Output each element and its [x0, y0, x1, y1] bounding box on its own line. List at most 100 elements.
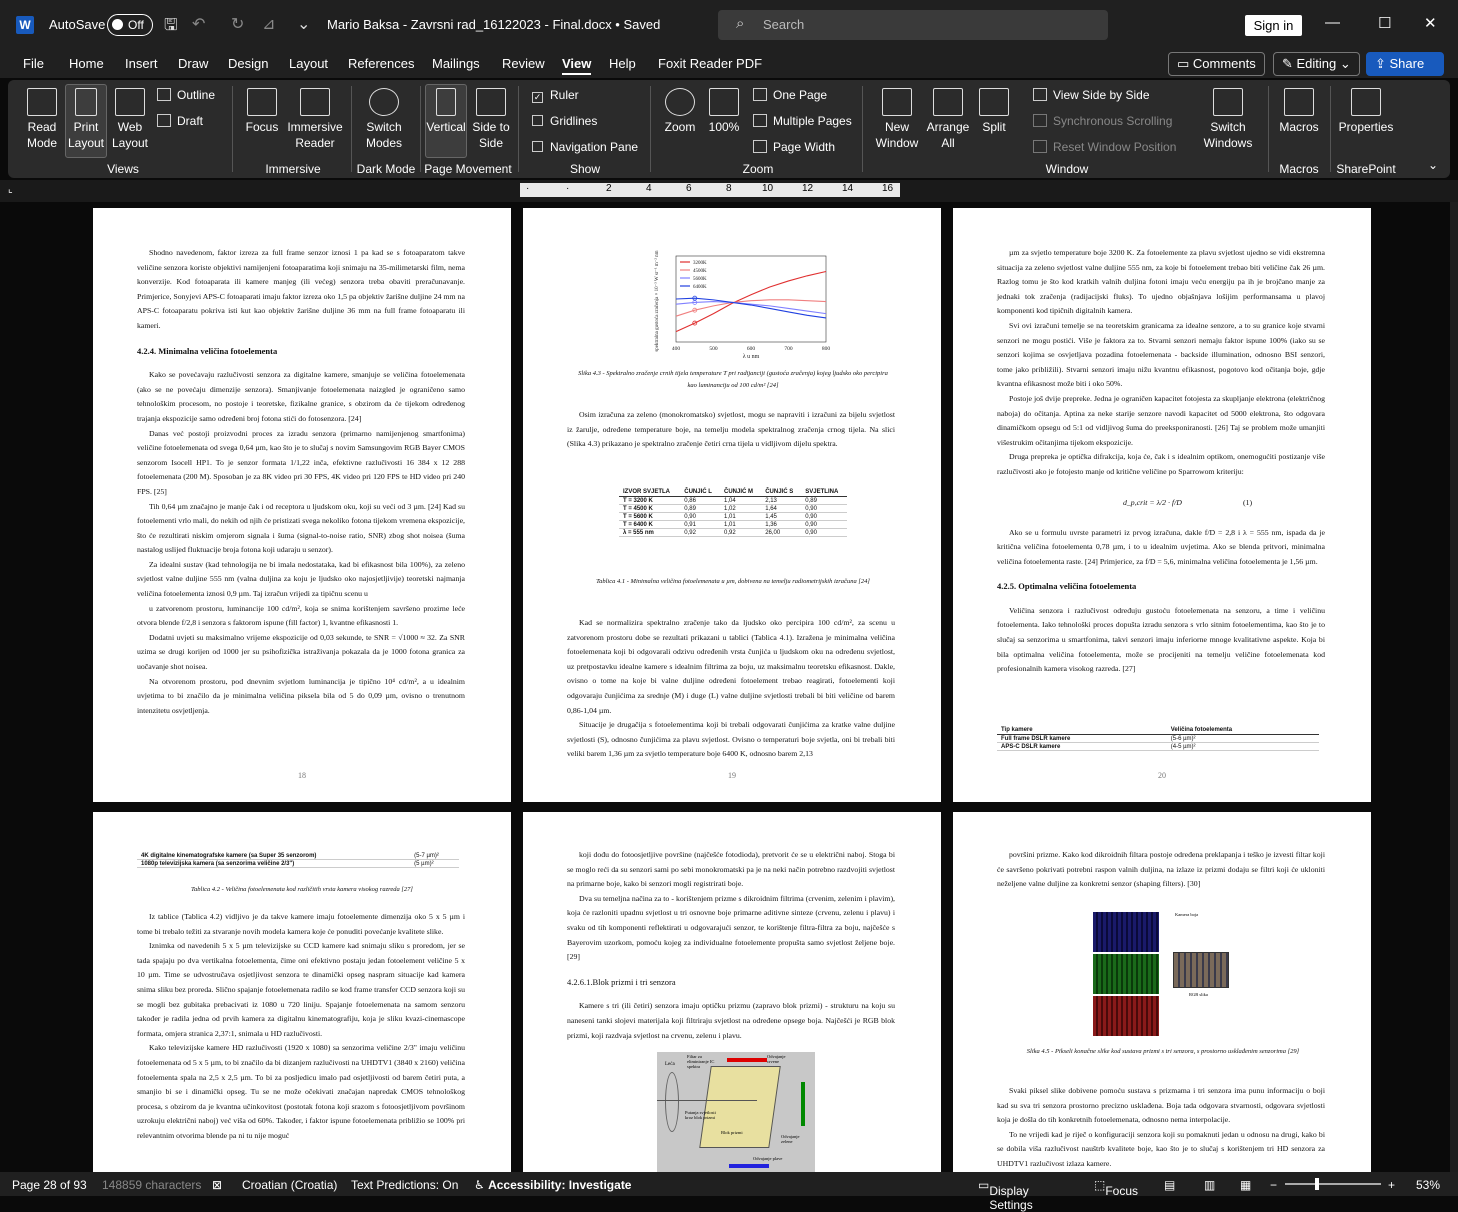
tab-file[interactable]: File [23, 56, 44, 71]
web-layout-button[interactable]: Web Layout [110, 88, 150, 151]
zoom-out-icon[interactable]: − [1270, 1178, 1277, 1192]
text-predictions[interactable]: Text Predictions: On [351, 1178, 458, 1192]
autosave-toggle[interactable]: Off [107, 14, 153, 36]
page-width-button[interactable]: Page Width [753, 140, 835, 154]
crop-icon[interactable]: ⊿ [262, 14, 275, 34]
ruler-band[interactable]: · · 2 4 6 8 10 12 14 16 [520, 183, 900, 197]
table-header: Veličina fotoelementa [1166, 726, 1319, 735]
tab-design[interactable]: Design [228, 56, 268, 71]
paragraph: Iznimka od navedenih 5 x 5 µm televizijs… [137, 941, 465, 1038]
read-mode-icon[interactable]: ▤ [1164, 1178, 1175, 1192]
tab-help[interactable]: Help [609, 56, 636, 71]
split-button[interactable]: Split [975, 88, 1013, 135]
redo-icon[interactable]: ↻ [231, 14, 244, 34]
paragraph: Tih 0,64 µm značajno je manje čak i od r… [137, 501, 465, 555]
vertical-button[interactable]: Vertical [425, 84, 467, 158]
page-counter[interactable]: Page 28 of 93 [12, 1178, 87, 1192]
zoom-slider[interactable] [1285, 1178, 1381, 1190]
switch-windows-button[interactable]: Switch Windows [1195, 88, 1261, 151]
tab-mailings[interactable]: Mailings [432, 56, 480, 71]
page-18[interactable]: Shodno navedenom, faktor izreza za full … [93, 208, 511, 802]
document-title[interactable]: Mario Baksa - Zavrsni rad_16122023 - Fin… [327, 17, 660, 32]
outline-button[interactable]: Outline [157, 88, 215, 102]
accessibility-status[interactable]: ♿ Accessibility: Investigate [474, 1178, 631, 1192]
search-box[interactable]: ⌕ Search [718, 10, 1108, 40]
share-button[interactable]: ⇪ Share ⌄ [1366, 52, 1444, 93]
zoom-button[interactable]: Zoom [660, 88, 700, 135]
ruler-checkbox[interactable]: ✓ Ruler [532, 88, 579, 103]
vertical-scrollbar[interactable] [1450, 202, 1458, 1172]
print-layout-button[interactable]: Print Layout [65, 84, 107, 158]
save-icon[interactable]: 🖫 [164, 14, 178, 41]
paragraph: Postoje još dvije prepreke. Jedna je ogr… [997, 393, 1325, 447]
ruler[interactable]: ⌞ · · 2 4 6 8 10 12 14 16 [0, 180, 1458, 202]
immersive-reader-button[interactable]: Immersive Reader [286, 88, 344, 151]
web-layout-icon[interactable]: ▦ [1240, 1178, 1251, 1192]
document-canvas[interactable]: Shodno navedenom, faktor izreza za full … [0, 202, 1450, 1172]
table-cell: APS-C DSLR kamere [997, 742, 1167, 751]
page-21[interactable]: 4K digitalne kinematografske kamere (sa … [93, 812, 511, 1172]
collapse-ribbon-icon[interactable]: ⌄ [1428, 158, 1438, 172]
switch-modes-button[interactable]: Switch Modes [361, 88, 407, 151]
customize-toolbar-icon[interactable]: ⌄ [297, 14, 310, 34]
navigation-pane-checkbox[interactable]: Navigation Pane [532, 140, 638, 154]
tab-references[interactable]: References [348, 56, 414, 71]
proofing-icon[interactable]: ⊠ [212, 1178, 222, 1192]
table-cell: (5 µm)² [410, 859, 459, 868]
arrange-all-button[interactable]: Arrange All [925, 88, 971, 151]
group-macros-label: Macros [1279, 162, 1319, 176]
gridlines-checkbox[interactable]: Gridlines [532, 114, 597, 128]
read-mode-button[interactable]: Read Mode [22, 88, 62, 151]
print-layout-icon[interactable]: ▥ [1204, 1178, 1215, 1192]
diagram-label: Filtar za eliminiranje IC spektra [687, 1054, 715, 1069]
table-cell: 0,92 [719, 528, 762, 537]
table-cell: 0,86 [680, 496, 720, 505]
maximize-icon[interactable]: ☐ [1378, 14, 1391, 32]
tab-draw[interactable]: Draw [178, 56, 208, 71]
page-19[interactable]: 400 500 600 700 800 λ u nm spektralna gustoća … [523, 208, 941, 802]
editing-button[interactable]: ✎ Editing ⌄ [1273, 52, 1360, 76]
zoom-level[interactable]: 53% [1416, 1178, 1440, 1192]
split-icon [979, 88, 1009, 116]
camera-table-cont: 4K digitalne kinematografske kamere (sa … [137, 852, 459, 868]
paragraph: Veličina senzora i razlučivost određuju … [997, 605, 1325, 674]
properties-button[interactable]: Properties [1336, 88, 1396, 135]
close-icon[interactable]: ✕ [1424, 14, 1437, 32]
arrange-all-icon [933, 88, 963, 116]
tab-home[interactable]: Home [69, 56, 104, 71]
tab-insert[interactable]: Insert [125, 56, 158, 71]
one-page-button[interactable]: One Page [753, 88, 827, 102]
focus-mode[interactable]: ⬚ Focus [1094, 1178, 1138, 1198]
tab-layout[interactable]: Layout [289, 56, 328, 71]
new-window-button[interactable]: New Window [872, 88, 922, 151]
multiple-pages-button[interactable]: Multiple Pages [753, 114, 852, 128]
paragraph: koji dođu do fotoosjetljive površine (na… [567, 850, 895, 889]
tab-review[interactable]: Review [502, 56, 545, 71]
minimize-icon[interactable]: — [1325, 14, 1340, 31]
page-22[interactable]: koji dođu do fotoosjetljive površine (na… [523, 812, 941, 1172]
page-23[interactable]: površini prizme. Kako kod dikroidnih fil… [953, 812, 1371, 1172]
legend-label: 3200K [693, 261, 707, 266]
focus-button[interactable]: Focus [242, 88, 282, 135]
character-count[interactable]: 148859 characters [102, 1178, 201, 1192]
language[interactable]: Croatian (Croatia) [242, 1178, 337, 1192]
tab-foxit[interactable]: Foxit Reader PDF [658, 56, 762, 71]
display-settings[interactable]: ▭ Display Settings [978, 1178, 1033, 1212]
comments-button[interactable]: ▭ Comments [1168, 52, 1265, 76]
zoom-in-icon[interactable]: + [1388, 1178, 1395, 1192]
undo-icon[interactable]: ↶ [192, 14, 205, 34]
paragraph: Danas već postoji proizvodni proces za i… [137, 428, 465, 496]
tab-selector-icon[interactable]: ⌞ [8, 184, 13, 195]
draft-button[interactable]: Draft [157, 114, 203, 128]
macros-button[interactable]: Macros [1276, 88, 1322, 135]
table-cell: 1,01 [719, 520, 762, 529]
view-side-by-side-button[interactable]: View Side by Side [1033, 88, 1150, 102]
page-20[interactable]: µm za svjetlo temperature boje 3200 K. Z… [953, 208, 1371, 802]
tab-view[interactable]: View [562, 56, 592, 75]
table-row: T = 4500 K 0,89 1,02 1,64 0,90 [619, 504, 847, 513]
sign-in-button[interactable]: Sign in [1245, 15, 1302, 36]
reset-window-position-button[interactable]: Reset Window Position [1033, 140, 1176, 154]
synchronous-scrolling-button[interactable]: Synchronous Scrolling [1033, 114, 1172, 128]
side-to-side-button[interactable]: Side to Side [472, 88, 510, 151]
zoom-100-button[interactable]: 100% [706, 88, 742, 135]
